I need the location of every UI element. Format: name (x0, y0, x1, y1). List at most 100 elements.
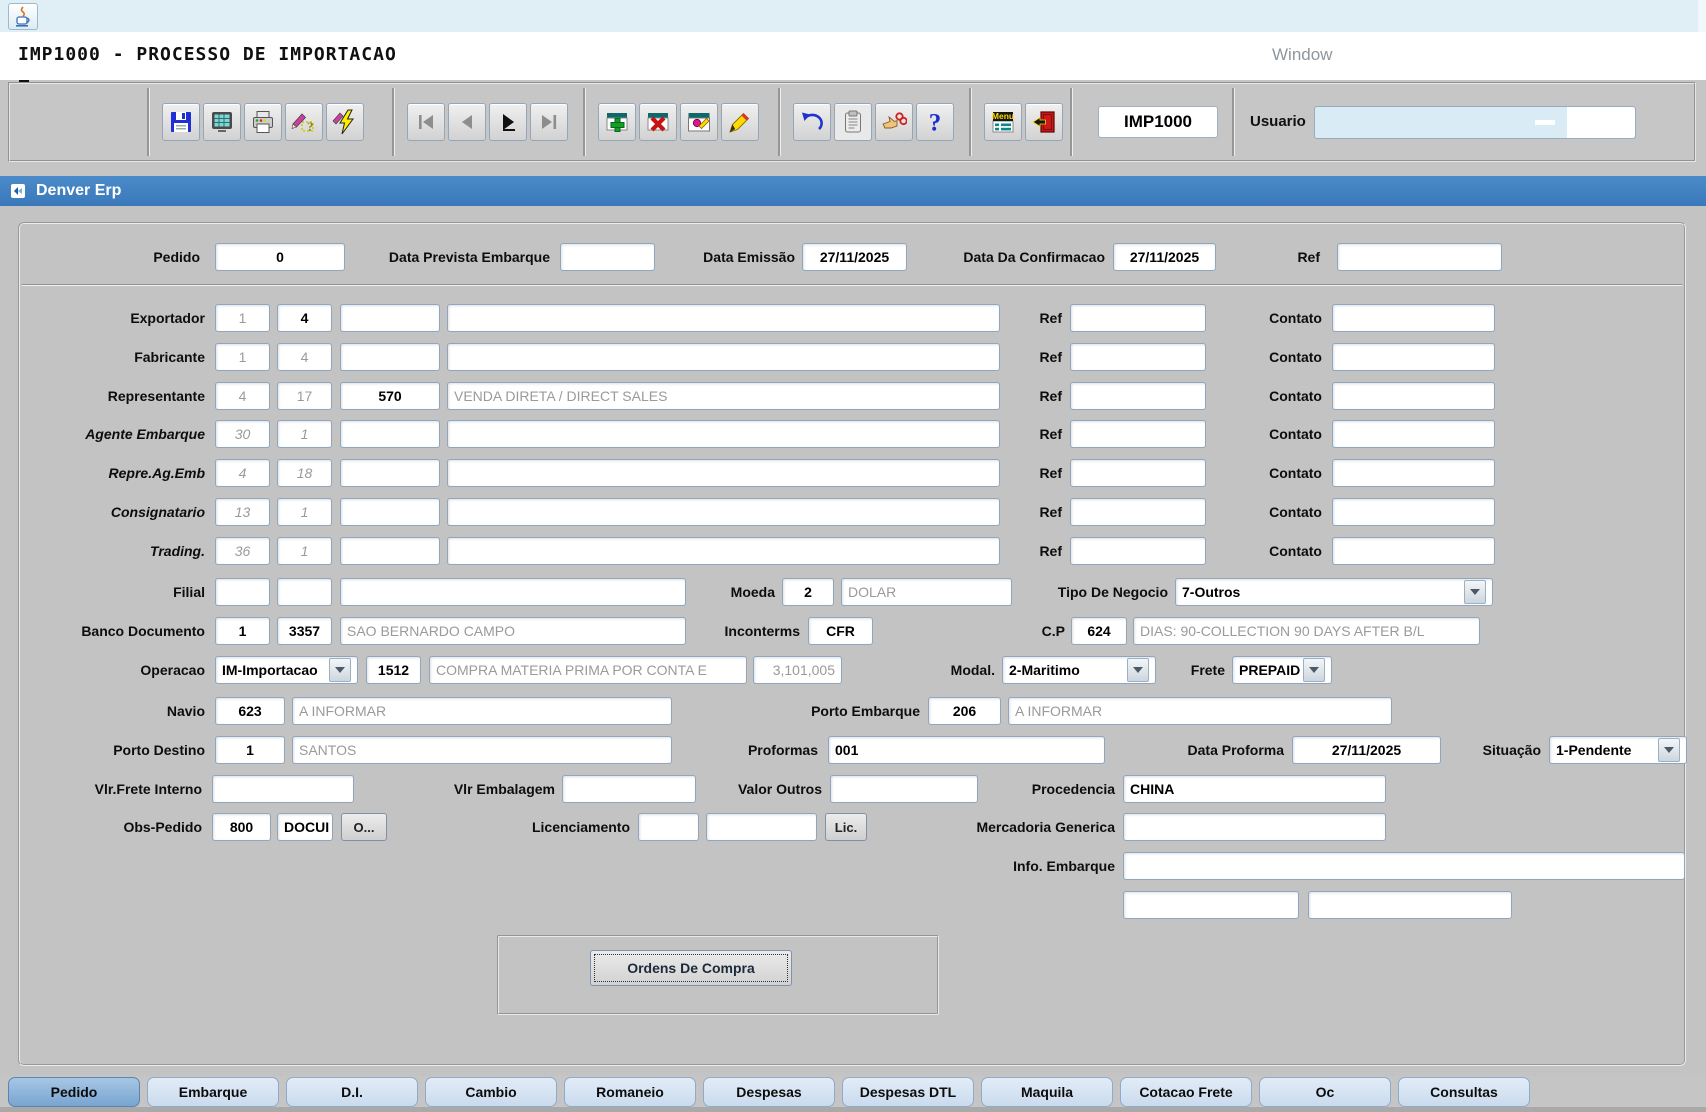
licenciamento-button[interactable]: Lic. (825, 813, 867, 841)
tab-cotacao-frete[interactable]: Cotacao Frete (1120, 1077, 1252, 1107)
fabricante-contato-field[interactable] (1332, 343, 1495, 371)
exportador-nome-field[interactable] (447, 304, 1000, 332)
tab-consultas[interactable]: Consultas (1398, 1077, 1530, 1107)
chevron-down-icon[interactable] (1464, 580, 1486, 604)
operacao-desc-field[interactable]: COMPRA MATERIA PRIMA POR CONTA E (429, 656, 747, 684)
chevron-down-icon[interactable] (1127, 658, 1149, 682)
representante-code2-field[interactable]: 17 (277, 382, 332, 410)
obs-pedido-button[interactable]: O... (341, 813, 387, 841)
operacao-valor-field[interactable]: 3,101,005 (753, 656, 842, 684)
first-record-icon[interactable] (407, 103, 445, 141)
representante-contato-field[interactable] (1332, 382, 1495, 410)
porto-destino-num-field[interactable]: 1 (215, 736, 285, 764)
moeda-nome-field[interactable]: DOLAR (841, 578, 1012, 606)
consignatario-contato-field[interactable] (1332, 498, 1495, 526)
representante-code1-field[interactable]: 4 (215, 382, 270, 410)
list-of-values-icon[interactable] (680, 103, 718, 141)
obs-pedido-texto-field[interactable]: DOCUI (277, 813, 333, 841)
lock-record-icon[interactable] (875, 103, 913, 141)
valor-outros-field[interactable] (830, 775, 978, 803)
undo-icon[interactable] (793, 103, 831, 141)
trading-contato-field[interactable] (1332, 537, 1495, 565)
tab-d-i[interactable]: D.I. (286, 1077, 418, 1107)
consignatario-code1-field[interactable]: 13 (215, 498, 270, 526)
next-record-icon[interactable] (489, 103, 527, 141)
repre-ag-emb-contato-field[interactable] (1332, 459, 1495, 487)
repre-ag-emb-nome-field[interactable] (447, 459, 1000, 487)
tab-oc[interactable]: Oc (1259, 1077, 1391, 1107)
navio-nome-field[interactable]: A INFORMAR (292, 697, 672, 725)
banco-nome-field[interactable]: SAO BERNARDO CAMPO (340, 617, 686, 645)
info-extra-field-2[interactable] (1308, 891, 1512, 919)
porto-destino-nome-field[interactable]: SANTOS (292, 736, 672, 764)
chevron-down-icon[interactable] (329, 658, 351, 682)
fabricante-code3-field[interactable] (340, 343, 440, 371)
agente-embarque-contato-field[interactable] (1332, 420, 1495, 448)
consignatario-nome-field[interactable] (447, 498, 1000, 526)
exportador-code3-field[interactable] (340, 304, 440, 332)
tab-despesas[interactable]: Despesas (703, 1077, 835, 1107)
representante-ref-field[interactable] (1070, 382, 1206, 410)
repre-ag-emb-ref-field[interactable] (1070, 459, 1206, 487)
agente-embarque-code3-field[interactable] (340, 420, 440, 448)
tab-maquila[interactable]: Maquila (981, 1077, 1113, 1107)
print-icon[interactable] (244, 103, 282, 141)
execute-query-icon[interactable] (326, 103, 364, 141)
exportador-contato-field[interactable] (1332, 304, 1495, 332)
consignatario-code2-field[interactable]: 1 (277, 498, 332, 526)
frete-select[interactable]: PREPAID (1232, 656, 1332, 684)
trading-nome-field[interactable] (447, 537, 1000, 565)
fabricante-nome-field[interactable] (447, 343, 1000, 371)
licenciamento-field-2[interactable] (706, 813, 817, 841)
situacao-select[interactable]: 1-Pendente (1549, 736, 1687, 764)
insert-record-icon[interactable] (598, 103, 636, 141)
ref-field[interactable] (1337, 243, 1502, 271)
exit-icon[interactable] (1025, 103, 1063, 141)
info-embarque-field[interactable] (1123, 852, 1685, 880)
cp-desc-field[interactable]: DIAS: 90-COLLECTION 90 DAYS AFTER B/L (1133, 617, 1480, 645)
info-extra-field-1[interactable] (1123, 891, 1299, 919)
filial-code2-field[interactable] (277, 578, 332, 606)
chevron-down-icon[interactable] (1303, 658, 1325, 682)
ordens-de-compra-button[interactable]: Ordens De Compra (590, 950, 792, 986)
delete-record-icon[interactable] (639, 103, 677, 141)
inconterms-field[interactable]: CFR (808, 617, 873, 645)
obs-pedido-num-field[interactable]: 800 (212, 813, 271, 841)
banco-num-field[interactable]: 1 (215, 617, 270, 645)
vlr-embalagem-field[interactable] (562, 775, 696, 803)
modal-select[interactable]: 2-Maritimo (1002, 656, 1156, 684)
proformas-field[interactable]: 001 (828, 736, 1105, 764)
tab-cambio[interactable]: Cambio (425, 1077, 557, 1107)
agente-embarque-code2-field[interactable]: 1 (277, 420, 332, 448)
fabricante-code2-field[interactable]: 4 (277, 343, 332, 371)
representante-nome-field[interactable]: VENDA DIRETA / DIRECT SALES (447, 382, 1000, 410)
filial-nome-field[interactable] (340, 578, 686, 606)
repre-ag-emb-code1-field[interactable]: 4 (215, 459, 270, 487)
data-proforma-field[interactable]: 27/11/2025 (1292, 736, 1441, 764)
data-emissao-field[interactable]: 27/11/2025 (802, 243, 907, 271)
menu-window[interactable]: Window (1272, 45, 1332, 65)
pedido-field[interactable]: 0 (215, 243, 345, 271)
cp-field[interactable]: 624 (1071, 617, 1127, 645)
chevron-down-icon[interactable] (1658, 738, 1680, 762)
last-record-icon[interactable] (530, 103, 568, 141)
representante-code3-field[interactable]: 570 (340, 382, 440, 410)
operacao-num-field[interactable]: 1512 (366, 656, 421, 684)
fabricante-ref-field[interactable] (1070, 343, 1206, 371)
banco-agencia-field[interactable]: 3357 (277, 617, 332, 645)
fabricante-code1-field[interactable]: 1 (215, 343, 270, 371)
tab-embarque[interactable]: Embarque (147, 1077, 279, 1107)
clipboard-icon[interactable] (834, 103, 872, 141)
agente-embarque-nome-field[interactable] (447, 420, 1000, 448)
edit-icon[interactable] (721, 103, 759, 141)
menu-icon[interactable]: Menu (984, 103, 1022, 141)
data-confirmacao-field[interactable]: 27/11/2025 (1113, 243, 1216, 271)
consignatario-code3-field[interactable] (340, 498, 440, 526)
agente-embarque-ref-field[interactable] (1070, 420, 1206, 448)
exportador-ref-field[interactable] (1070, 304, 1206, 332)
usuario-field[interactable] (1314, 106, 1636, 139)
previous-record-icon[interactable] (448, 103, 486, 141)
repre-ag-emb-code3-field[interactable] (340, 459, 440, 487)
data-prevista-embarque-field[interactable] (560, 243, 655, 271)
vlr-frete-interno-field[interactable] (212, 775, 354, 803)
